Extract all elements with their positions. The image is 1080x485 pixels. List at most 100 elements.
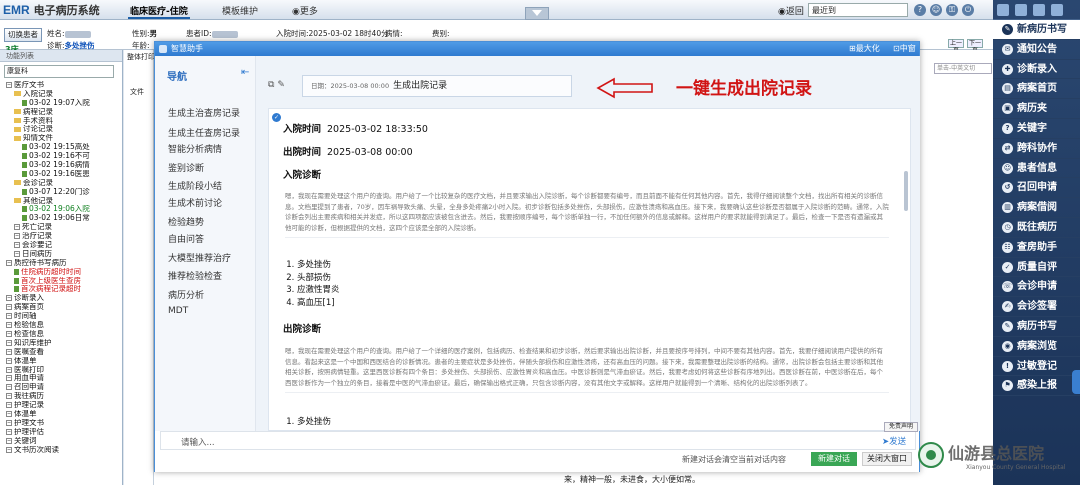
tree-node[interactable]: 03-02 19:16医患 [0,170,122,179]
sidebar-expand-handle[interactable] [1072,370,1080,394]
next-page-button[interactable]: 下一页 [967,39,983,54]
chat-input[interactable]: 请输入... [181,436,215,448]
sidebar-item[interactable]: ✍ 会诊签署 [993,297,1080,317]
tree-node[interactable]: − 检验信息 [0,321,122,330]
chat-input-bar[interactable]: 免责声明 请输入... ➤发送 [160,422,918,450]
tree-node[interactable]: − 治疗记录 [0,232,122,241]
tree-node[interactable]: − 会诊要记 [0,241,122,250]
grid-icon[interactable] [997,4,1009,16]
tree-node[interactable]: 手术资料 [0,117,122,126]
tree-node[interactable]: − 体温单 [0,357,122,366]
recent-select[interactable]: 最近到 [808,3,908,17]
nav-item[interactable]: 大模型推荐治疗 [168,251,231,264]
nav-item[interactable]: 智能分析病情 [168,142,222,155]
menu-icon[interactable] [1015,4,1027,16]
tree-node[interactable]: − 质控待书写病历 [0,259,122,268]
settings-icon[interactable] [1033,4,1045,16]
tree-node[interactable]: 入院记录 [0,90,122,99]
tree-node[interactable]: 03-02 19:06日常 [0,214,122,223]
tree-node[interactable]: 首次病程记录超时 [0,285,122,294]
tree-node[interactable]: − 病案首页 [0,303,122,312]
nav-item[interactable]: 生成主治查房记录 [168,106,240,119]
prev-page-button[interactable]: 上一页 [948,39,964,54]
tree-node[interactable]: 其他记录 [0,197,122,206]
sidebar-item[interactable]: ✎ 新病历书写 [993,20,1080,40]
sidebar-item[interactable]: ◷ 既往病历 [993,218,1080,238]
sidebar-item[interactable]: ✉ 通知公告 [993,40,1080,60]
nav-item[interactable]: 检验趋势 [168,215,204,228]
department-select[interactable]: 康复科 [4,65,114,78]
send-button[interactable]: ➤发送 [882,435,906,447]
tab-clinical-inpatient[interactable]: 临床医疗-住院 [128,4,190,19]
sidebar-item[interactable]: ✎ 病历书写 [993,317,1080,337]
new-chat-button[interactable]: 新建对话 [811,452,857,466]
tree-node[interactable]: 03-02 19:16不可 [0,152,122,161]
tree-node[interactable]: 03-02 19:07入院 [0,99,122,108]
pin-icon[interactable] [1051,4,1063,16]
tree-node[interactable]: 03-02 19:15高处 [0,143,122,152]
tree-node[interactable]: − 文书历次阅读 [0,446,122,455]
nav-item[interactable]: 生成术前讨论 [168,196,222,209]
nav-item[interactable]: 生成阶段小结 [168,179,222,192]
sidebar-item[interactable]: ? 关键字 [993,119,1080,139]
tree-node[interactable]: − 检查信息 [0,330,122,339]
sidebar-item[interactable]: ↺ 召回申请 [993,178,1080,199]
tree-node[interactable]: − 召回申请 [0,383,122,392]
tree-node[interactable]: − 日间病历 [0,250,122,259]
nav-item[interactable]: MDT [168,306,188,316]
sidebar-item[interactable]: ✚ 诊断录入 [993,60,1080,80]
tree-node[interactable]: − 医嘱查看 [0,348,122,357]
tree-node[interactable]: 03-02 19:06入院 [0,205,122,214]
tree-node[interactable]: − 关键词 [0,437,122,446]
tree-node[interactable]: − 体温单 [0,410,122,419]
medium-window-button[interactable]: ⊡中窗 [893,42,916,56]
tree-node[interactable]: − 护理评估 [0,428,122,437]
sidebar-item[interactable]: ✓ 质量自评 [993,258,1080,278]
tree-node[interactable]: 03-07 12:20门诊 [0,188,122,197]
tree-node[interactable]: − 医疗文书 [0,81,122,90]
power-icon[interactable]: ⏻ [962,4,974,16]
sidebar-item[interactable]: ☺ 患者信息 [993,159,1080,179]
sidebar-item[interactable]: ▤ 病案首页 [993,79,1080,100]
nav-item[interactable]: 鉴别诊断 [168,161,204,174]
tree-node[interactable]: − 护理记录 [0,401,122,410]
tree-node[interactable]: − 诊断录入 [0,294,122,303]
sidebar-item[interactable]: ▥ 病案借阅 [993,198,1080,218]
nav-item[interactable]: 自由问答 [168,232,204,245]
tree-node[interactable]: 首次上级医生查房 [0,277,122,286]
disclaimer-button[interactable]: 免责声明 [884,422,918,432]
sidebar-item[interactable]: ⇄ 跨科协作 [993,139,1080,159]
user-icon[interactable]: ☺ [930,4,942,16]
tree-node[interactable]: 讨论记录 [0,125,122,134]
lock-icon[interactable]: ⚿ [946,4,958,16]
close-big-window-button[interactable]: 关闭大窗口 [862,452,912,466]
copy-icon[interactable]: ⧉ [268,80,274,90]
print-all-label[interactable]: 整体打印 [127,52,155,62]
card-scrollbar[interactable] [904,171,908,211]
nav-item[interactable]: 生成主任查房记录 [168,126,240,139]
collapse-header-button[interactable] [525,7,549,20]
collapse-nav-icon[interactable]: ⇤ [241,67,249,78]
tree-node[interactable]: − 医嘱打印 [0,366,122,375]
tree-node[interactable]: − 死亡记录 [0,223,122,232]
edit-icon[interactable]: ✎ [277,80,285,90]
file-label[interactable]: 文件 [130,87,144,97]
help-icon[interactable]: ? [914,4,926,16]
tree-node[interactable]: − 用血申请 [0,374,122,383]
sidebar-item[interactable]: ◉ 病案浏览 [993,337,1080,357]
sidebar-item[interactable]: ⚑ 感染上报 [993,376,1080,397]
tree-node[interactable]: 病程记录 [0,108,122,117]
sidebar-item[interactable]: ▣ 病历夹 [993,99,1080,119]
back-button[interactable]: ◉返回 [778,4,804,17]
tree-node[interactable]: − 护理文书 [0,419,122,428]
tree-node[interactable]: − 时间轴 [0,312,122,321]
tree-node[interactable]: 会诊记录 [0,179,122,188]
tree-node[interactable]: 03-02 19:16病情 [0,161,122,170]
tree-node[interactable]: 住院病历超时时间 [0,268,122,277]
nav-item[interactable]: 推荐检验检查 [168,269,222,282]
sidebar-item[interactable]: ☷ 查房助手 [993,238,1080,258]
switch-patient-button[interactable]: 切换患者 [4,28,42,42]
sidebar-item[interactable]: ! 过敏登记 [993,357,1080,377]
nav-item[interactable]: 病历分析 [168,288,204,301]
tree-node[interactable]: − 知识库维护 [0,339,122,348]
